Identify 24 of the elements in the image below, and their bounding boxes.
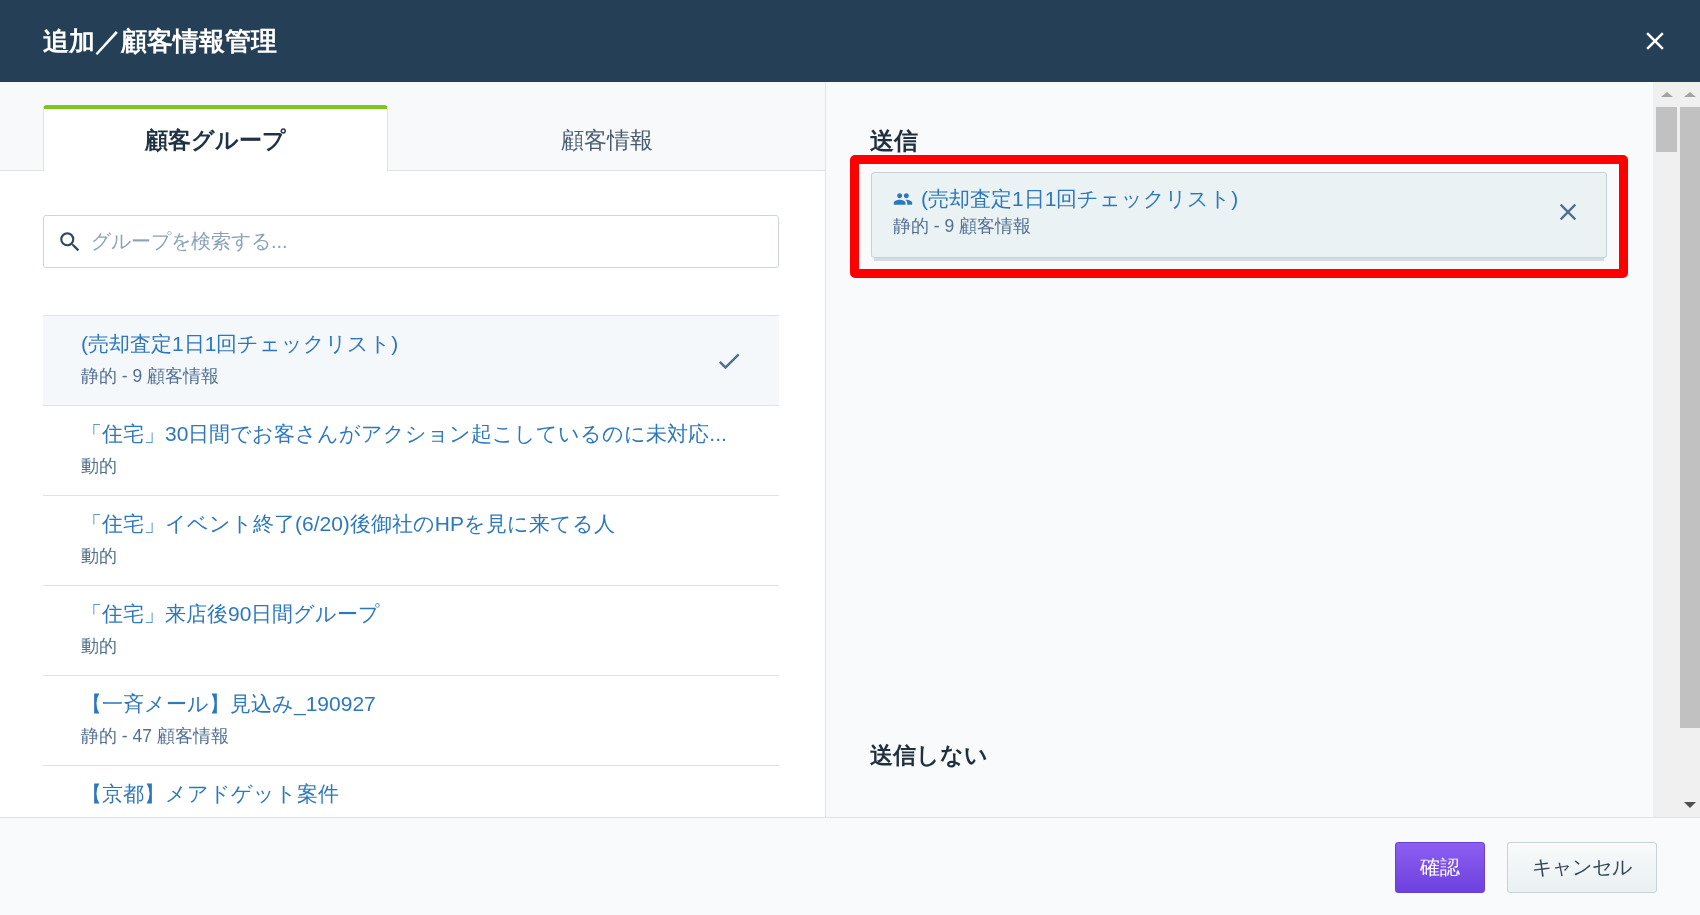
- group-meta: 動的: [81, 636, 117, 657]
- search-field[interactable]: グループを検索する...: [43, 215, 779, 268]
- group-meta: 動的: [81, 456, 117, 477]
- recipient-meta: 静的 - 9 顧客情報: [893, 216, 1032, 237]
- tab[interactable]: 顧客情報: [388, 105, 825, 171]
- dialog-title: 追加／顧客情報管理: [43, 25, 277, 57]
- group-name: 「住宅」イベント終了(6/20)後御社のHPを見に来てる人: [81, 511, 616, 536]
- group-name: 【京都】メアドゲット案件: [81, 781, 339, 806]
- scrollbar[interactable]: [1653, 82, 1680, 817]
- scrollbar[interactable]: [1680, 82, 1700, 817]
- group-name: 【一斉メール】見込み_190927: [81, 691, 376, 716]
- cancel-button[interactable]: キャンセル: [1507, 842, 1657, 893]
- group-meta: 動的: [81, 546, 117, 567]
- group-name: 「住宅」30日間でお客さんがアクション起こしているのに未対応...: [81, 421, 727, 446]
- section-heading: 送信しない: [870, 741, 988, 769]
- group-list-item[interactable]: (売却査定1日1回チェックリスト) 静的 - 9 顧客情報: [43, 315, 779, 405]
- group-name: 「住宅」来店後90日間グループ: [81, 601, 381, 626]
- group-name: (売却査定1日1回チェックリスト): [81, 331, 399, 356]
- section-heading: 送信: [870, 127, 918, 155]
- group-meta: 静的 - 47 顧客情報: [81, 726, 229, 747]
- confirm-button[interactable]: 確認: [1395, 842, 1485, 893]
- recipient-name: (売却査定1日1回チェックリスト): [921, 186, 1239, 211]
- group-meta: 静的 - 9 顧客情報: [81, 366, 220, 387]
- tab[interactable]: 顧客グループ: [43, 105, 388, 171]
